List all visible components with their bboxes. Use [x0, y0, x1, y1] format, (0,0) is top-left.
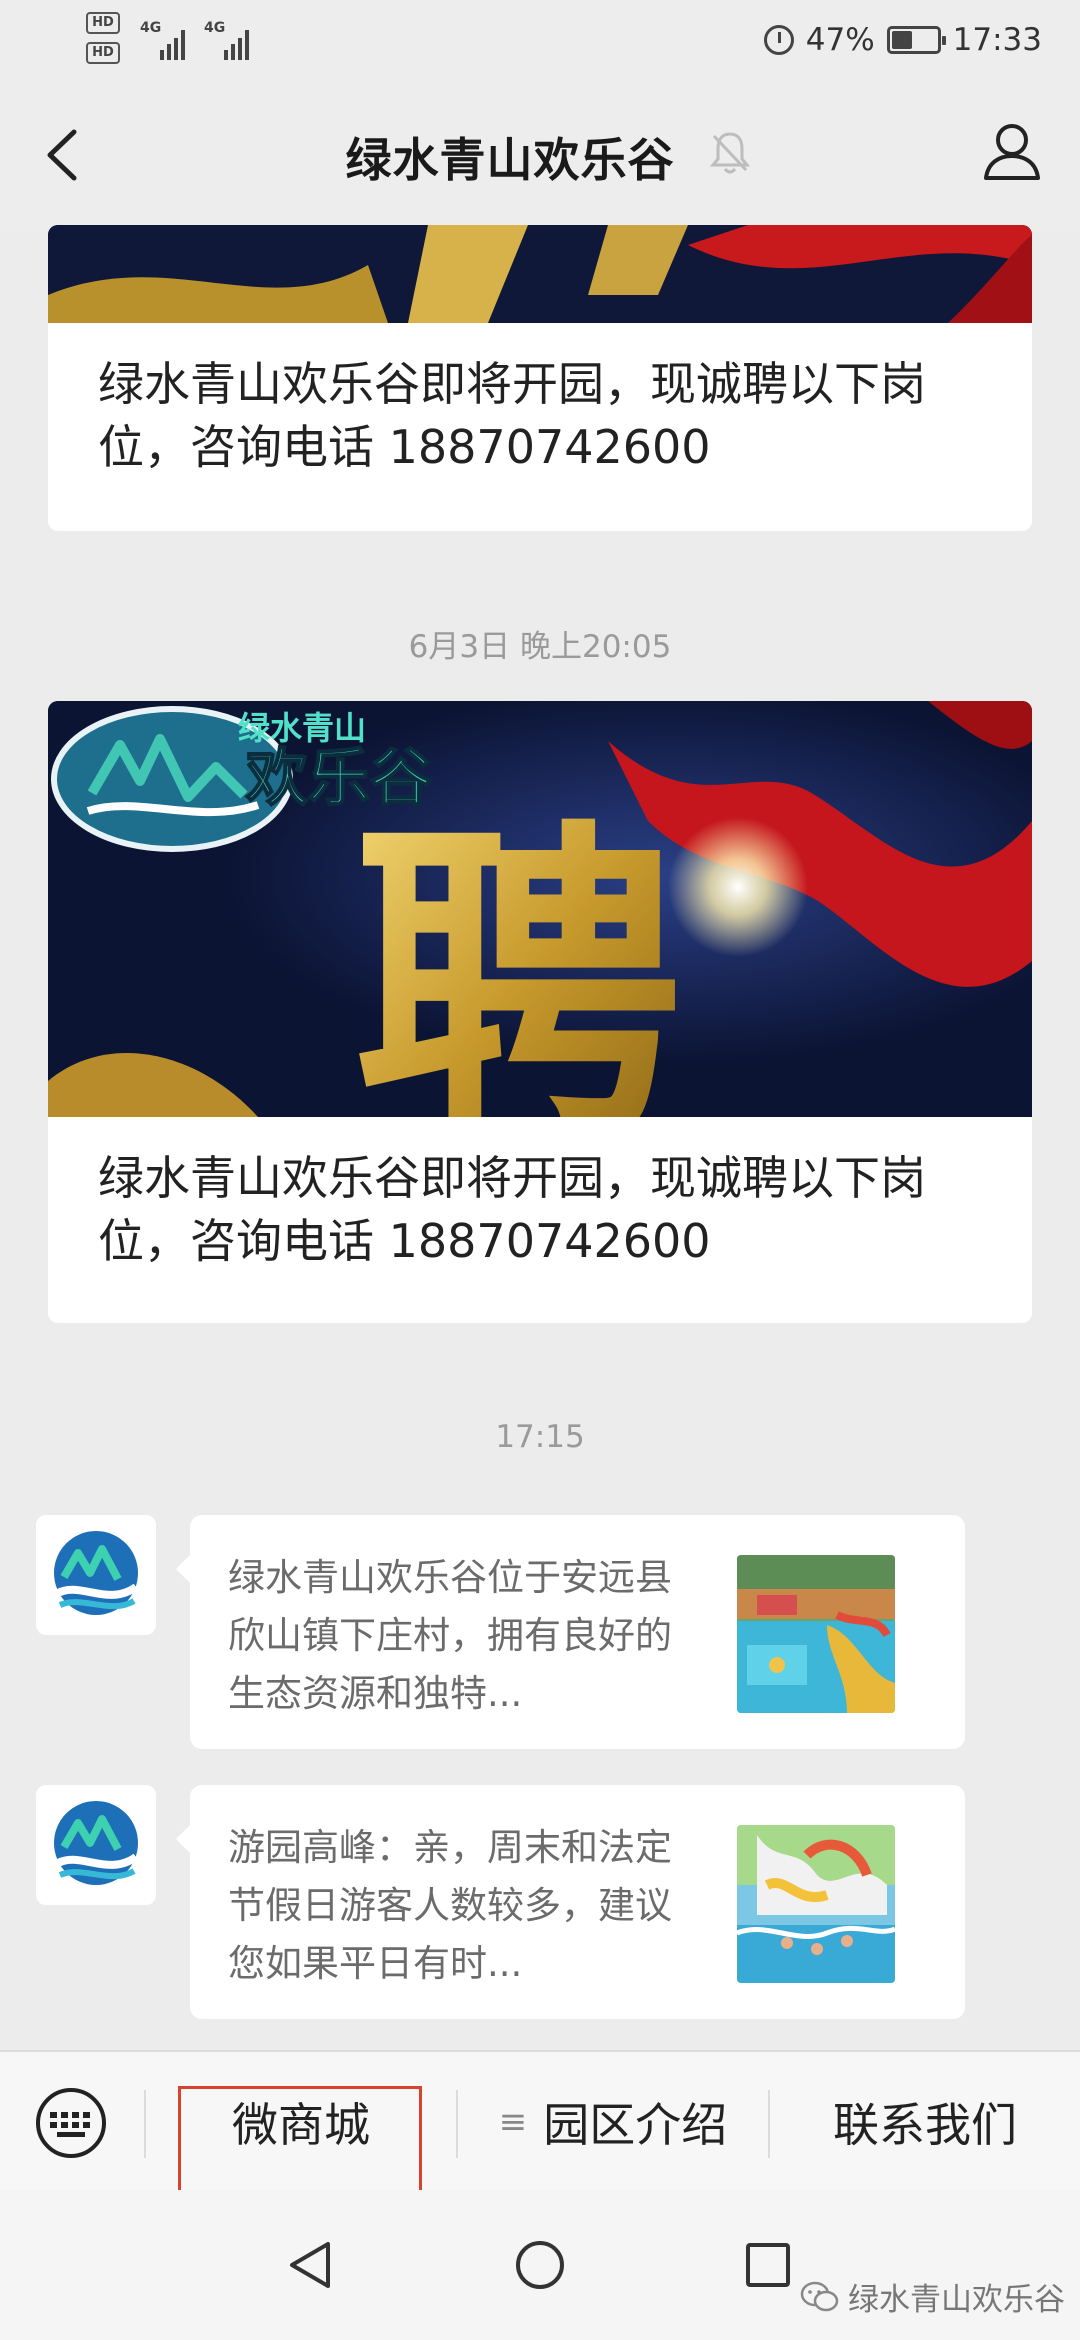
keyboard-icon	[36, 2088, 106, 2158]
message-bubble[interactable]: 绿水青山欢乐谷位于安远县欣山镇下庄村，拥有良好的生态资源和独特...	[176, 1515, 965, 1749]
article-title: 绿水青山欢乐谷即将开园，现诚聘以下岗位，咨询电话 18870742600	[98, 357, 926, 474]
page-title: 绿水青山欢乐谷	[345, 133, 675, 187]
square-recents-icon	[746, 2243, 790, 2287]
signal-icon	[160, 22, 185, 60]
timestamp: 6月3日 晚上20:05	[408, 629, 672, 665]
menu-item-contact[interactable]: 联系我们	[770, 2052, 1080, 2192]
network-type: 4G	[140, 20, 162, 36]
avatar[interactable]	[36, 1785, 156, 1905]
waterpark-thumbnail	[737, 1825, 895, 1983]
bell-muted-icon	[708, 128, 752, 176]
official-account-menu: 微商城 ≡ 园区介绍 联系我们	[0, 2050, 1080, 2190]
menu-item-label: 联系我们	[833, 2098, 1017, 2152]
hd-badge: HD	[86, 42, 120, 64]
park-logo-icon	[54, 1531, 139, 1615]
submenu-icon: ≡	[498, 2102, 528, 2142]
battery-icon	[886, 26, 946, 54]
article-banner-image	[48, 225, 1032, 323]
system-home-button[interactable]	[500, 2230, 580, 2300]
watermark: 绿水青山欢乐谷	[800, 2274, 1065, 2319]
status-bar: HD HD 4G 4G 47% 17:33	[0, 0, 1080, 80]
system-back-button[interactable]	[270, 2230, 350, 2300]
message-bubble[interactable]: 游园高峰：亲，周末和法定节假日游客人数较多，建议您如果平日有时...	[176, 1785, 965, 2019]
chat-header: 绿水青山欢乐谷	[0, 80, 1080, 225]
menu-item-park-intro[interactable]: ≡ 园区介绍	[458, 2052, 768, 2192]
park-logo-icon	[54, 1801, 139, 1885]
chat-area[interactable]: 绿水青山欢乐谷即将开园，现诚聘以下岗位，咨询电话 18870742600 6月3…	[0, 225, 1080, 2050]
network-type: 4G	[204, 20, 226, 36]
article-banner-image: 绿水青山 欢乐谷 聘	[48, 701, 1032, 1117]
triangle-back-icon	[290, 2242, 330, 2288]
menu-item-label: 园区介绍	[543, 2098, 728, 2152]
system-recents-button[interactable]	[728, 2230, 808, 2300]
keyboard-toggle-button[interactable]	[30, 2088, 112, 2158]
clock: 17:33	[952, 22, 1042, 58]
link-message: 游园高峰：亲，周末和法定节假日游客人数较多，建议您如果平日有时...	[36, 1785, 1036, 2019]
banner-recruit-char: 聘	[353, 791, 683, 1117]
profile-button[interactable]	[980, 118, 1044, 188]
watermark-text: 绿水青山欢乐谷	[848, 2282, 1065, 2318]
circle-home-icon	[516, 2241, 564, 2289]
alarm-icon	[763, 25, 794, 55]
article-card[interactable]: 绿水青山 欢乐谷 聘 绿水青山欢乐谷即将开园，现诚聘以下岗位，咨询电话 1887…	[48, 701, 1032, 1323]
user-icon	[984, 124, 1040, 180]
article-title: 绿水青山欢乐谷即将开园，现诚聘以下岗位，咨询电话 18870742600	[98, 1151, 926, 1268]
hd-badge: HD	[86, 12, 120, 34]
signal-icon	[224, 22, 249, 60]
status-right: 47% 17:33	[763, 18, 1042, 62]
waterpark-thumbnail	[737, 1555, 895, 1713]
network-indicators: HD HD 4G 4G	[86, 12, 266, 72]
article-card[interactable]: 绿水青山欢乐谷即将开园，现诚聘以下岗位，咨询电话 18870742600	[48, 225, 1032, 531]
battery-percent: 47%	[805, 22, 875, 58]
avatar[interactable]	[36, 1515, 156, 1635]
timestamp: 17:15	[495, 1419, 585, 1455]
link-summary: 游园高峰：亲，周末和法定节假日游客人数较多，建议您如果平日有时...	[228, 1826, 672, 1985]
link-message: 绿水青山欢乐谷位于安远县欣山镇下庄村，拥有良好的生态资源和独特...	[36, 1515, 1036, 1749]
wechat-icon	[800, 2281, 839, 2311]
link-summary: 绿水青山欢乐谷位于安远县欣山镇下庄村，拥有良好的生态资源和独特...	[228, 1556, 672, 1715]
